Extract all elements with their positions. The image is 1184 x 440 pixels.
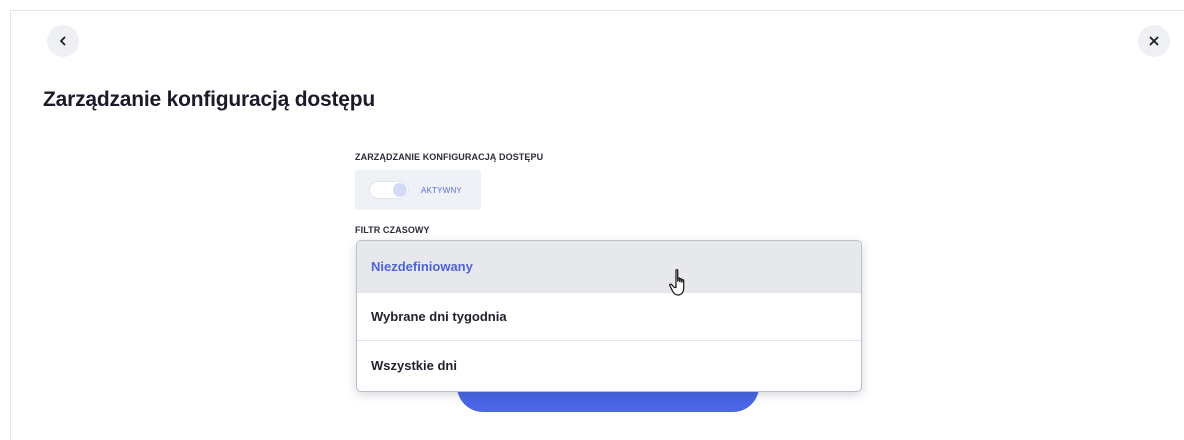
access-config-label: ZARZĄDZANIE KONFIGURACJĄ DOSTĘPU (355, 152, 544, 162)
chevron-left-icon (58, 36, 68, 46)
page-title: Zarządzanie konfiguracją dostępu (43, 88, 375, 111)
toggle-status-label: AKTYWNY (421, 185, 462, 195)
close-button[interactable] (1138, 25, 1170, 57)
option-niezdefiniowany[interactable]: Niezdefiniowany (357, 241, 861, 293)
time-filter-label: FILTR CZASOWY (355, 225, 430, 235)
time-filter-dropdown[interactable]: Niezdefiniowany Wybrane dni tygodnia Wsz… (356, 240, 862, 392)
close-icon (1149, 36, 1159, 46)
active-toggle[interactable] (369, 181, 409, 199)
option-wszystkie-dni[interactable]: Wszystkie dni (357, 341, 861, 389)
active-toggle-container: AKTYWNY (355, 170, 481, 210)
back-button[interactable] (47, 25, 79, 57)
option-wybrane-dni-tygodnia[interactable]: Wybrane dni tygodnia (357, 293, 861, 341)
toggle-knob (393, 183, 407, 197)
